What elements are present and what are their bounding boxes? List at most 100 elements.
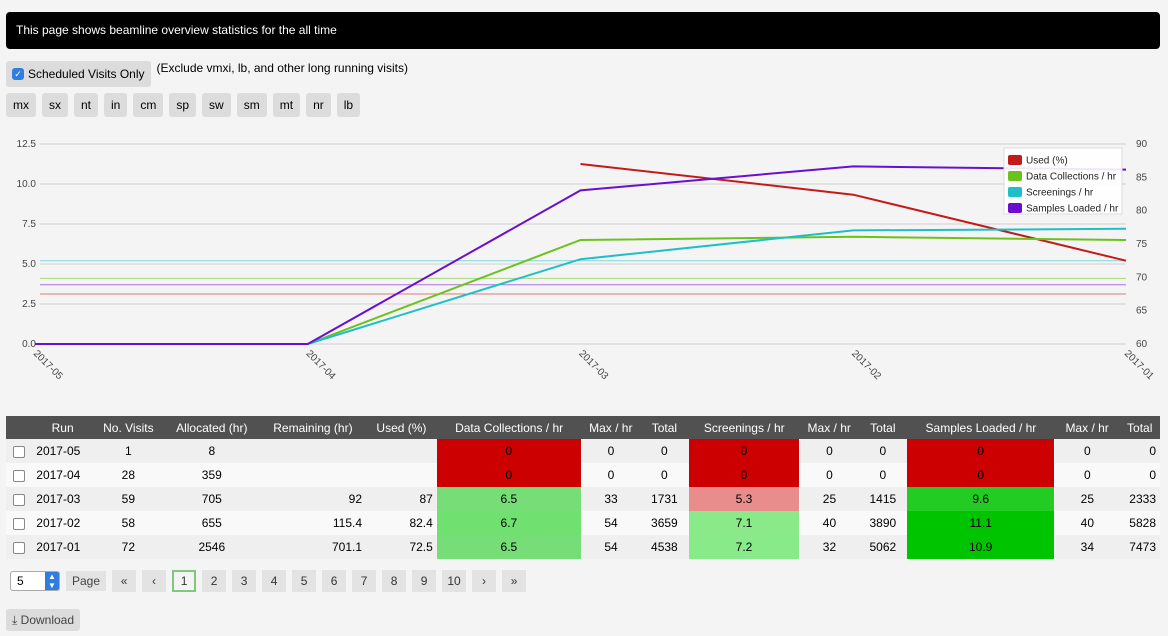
cell-data-collections: 0 (436, 463, 582, 487)
legend-label: Data Collections / hr (1026, 172, 1117, 183)
header-dc-total[interactable]: Total (640, 416, 689, 439)
pagination: 5 ▲ ▼ Page « ‹ 1 2 3 4 5 6 7 8 9 10 › » (10, 570, 527, 592)
page-number-list: 1 2 3 4 5 6 7 8 9 10 (172, 570, 467, 592)
cell-dc-max: 54 (581, 535, 641, 559)
beamline-button-mx[interactable]: mx (6, 93, 36, 117)
beamline-button-in[interactable]: in (104, 93, 128, 117)
cell-sl-total: 0 (1119, 463, 1160, 487)
row-checkbox[interactable] (13, 493, 26, 506)
header-samples-loaded[interactable]: Samples Loaded / hr (907, 416, 1055, 439)
cell-run: 2017-02 (32, 511, 93, 535)
download-button[interactable]: ⤓ Download (6, 609, 81, 631)
options-row: ✓ Scheduled Visits Only (Exclude vmxi, l… (6, 61, 408, 87)
previous-page-button[interactable]: ‹ (142, 570, 167, 592)
beamline-button-sx[interactable]: sx (42, 93, 68, 117)
header-visits[interactable]: No. Visits (92, 416, 164, 439)
cell-allocated: 2546 (163, 535, 260, 559)
x-axis-tick-label: 2017-03 (576, 348, 610, 382)
left-axis-tick-label: 0.0 (22, 339, 36, 350)
cell-remaining: 701.1 (259, 535, 367, 559)
legend-swatch (1008, 187, 1022, 197)
right-axis-tick-label: 60 (1136, 339, 1148, 350)
header-run[interactable]: Run (32, 416, 93, 439)
row-checkbox[interactable] (13, 541, 26, 554)
cell-dc-total: 0 (640, 463, 689, 487)
cell-used: 82.4 (366, 511, 437, 535)
page-button-10[interactable]: 10 (442, 570, 467, 592)
beamline-button-lb[interactable]: lb (336, 93, 361, 117)
row-select-cell (6, 439, 33, 463)
scheduled-visits-toggle[interactable]: ✓ Scheduled Visits Only (6, 61, 151, 87)
cell-screenings: 7.2 (688, 535, 801, 559)
beamline-buttons: mx sx nt in cm sp sw sm mt nr lb (6, 93, 361, 117)
cell-scr-total: 5062 (858, 535, 908, 559)
header-scr-max[interactable]: Max / hr (799, 416, 859, 439)
page-button-9[interactable]: 9 (412, 570, 437, 592)
page-button-8[interactable]: 8 (382, 570, 407, 592)
last-page-button[interactable]: » (502, 570, 527, 592)
legend-swatch (1008, 155, 1022, 165)
left-axis-tick-label: 5.0 (22, 259, 36, 270)
header-dc-max[interactable]: Max / hr (581, 416, 641, 439)
page-button-4[interactable]: 4 (262, 570, 287, 592)
checkbox-checked-icon[interactable]: ✓ (12, 68, 24, 80)
beamline-button-nr[interactable]: nr (306, 93, 331, 117)
download-label: Download (20, 613, 75, 627)
cell-scr-max: 40 (799, 511, 859, 535)
cell-visits: 58 (92, 511, 164, 535)
beamline-button-cm[interactable]: cm (133, 93, 164, 117)
header-data-collections[interactable]: Data Collections / hr (436, 416, 582, 439)
beamline-button-sw[interactable]: sw (202, 93, 231, 117)
beamline-button-sm[interactable]: sm (236, 93, 267, 117)
statistics-table: Run No. Visits Allocated (hr) Remaining … (6, 416, 1160, 559)
row-checkbox[interactable] (13, 469, 26, 482)
page-button-6[interactable]: 6 (322, 570, 347, 592)
right-axis-tick-label: 80 (1136, 206, 1148, 217)
page-button-3[interactable]: 3 (232, 570, 257, 592)
page-label: Page (66, 571, 107, 591)
next-page-button[interactable]: › (472, 570, 497, 592)
right-axis-tick-label: 65 (1136, 306, 1148, 317)
cell-sl-total: 7473 (1119, 535, 1160, 559)
page-size-select[interactable]: 5 ▲ ▼ (10, 571, 60, 591)
x-axis-tick-label: 2017-01 (1122, 348, 1156, 382)
x-axis-tick-label: 2017-04 (304, 348, 338, 382)
first-page-button[interactable]: « (112, 570, 137, 592)
header-allocated[interactable]: Allocated (hr) (163, 416, 260, 439)
cell-dc-total: 3659 (640, 511, 689, 535)
legend-swatch (1008, 203, 1022, 213)
header-remaining[interactable]: Remaining (hr) (259, 416, 367, 439)
series-line-2 (35, 227, 1127, 345)
beamline-button-sp[interactable]: sp (169, 93, 197, 117)
header-scr-total[interactable]: Total (858, 416, 908, 439)
cell-visits: 59 (92, 487, 164, 511)
table-row: 2017-04 28 359 0 0 0 0 0 0 0 0 0 (6, 463, 1160, 487)
left-axis-tick-label: 10.0 (17, 179, 37, 190)
cell-data-collections: 6.7 (436, 511, 582, 535)
row-select-cell (6, 463, 33, 487)
table-row: 2017-01 72 2546 701.1 72.5 6.5 54 4538 7.2 32 5062… (6, 535, 1160, 559)
header-sl-total[interactable]: Total (1119, 416, 1160, 439)
page-button-5[interactable]: 5 (292, 570, 317, 592)
beamline-button-nt[interactable]: nt (74, 93, 99, 117)
beamline-button-mt[interactable]: mt (272, 93, 301, 117)
page-button-1[interactable]: 1 (172, 570, 197, 592)
cell-sl-max: 34 (1054, 535, 1120, 559)
header-select (6, 416, 33, 439)
cell-used: 87 (366, 487, 437, 511)
page-button-2[interactable]: 2 (202, 570, 227, 592)
cell-dc-max: 33 (581, 487, 641, 511)
header-screenings[interactable]: Screenings / hr (688, 416, 800, 439)
cell-run: 2017-03 (32, 487, 93, 511)
right-axis-tick-label: 90 (1136, 139, 1148, 150)
row-checkbox[interactable] (13, 517, 26, 530)
cell-dc-total: 1731 (640, 487, 689, 511)
scheduled-visits-label: Scheduled Visits Only (28, 67, 145, 81)
page-button-7[interactable]: 7 (352, 570, 377, 592)
row-checkbox[interactable] (13, 445, 26, 458)
header-sl-max[interactable]: Max / hr (1054, 416, 1120, 439)
cell-screenings: 0 (688, 439, 801, 463)
cell-remaining (259, 439, 367, 463)
header-used[interactable]: Used (%) (366, 416, 437, 439)
legend-swatch (1008, 171, 1022, 181)
